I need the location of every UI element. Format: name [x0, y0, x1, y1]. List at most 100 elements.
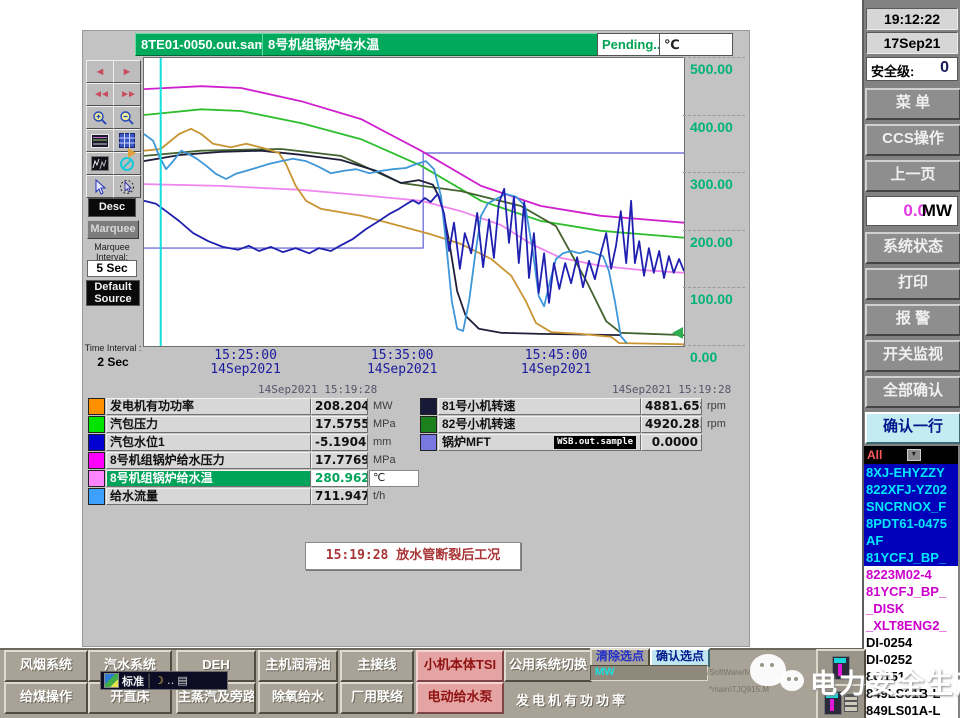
scroll-left-button[interactable]: ◄: [86, 60, 114, 83]
alarm-row[interactable]: 81YCFJ_BP_: [864, 549, 958, 566]
legend-point-name[interactable]: 8号机组锅炉给水温: [106, 470, 311, 487]
sidebar-button-mid-5[interactable]: 全部确认: [865, 376, 960, 408]
toolbar-screen-button[interactable]: 主机润滑油: [258, 650, 338, 682]
alarm-row[interactable]: DI-0254: [864, 634, 958, 651]
fast-forward-button[interactable]: ►►: [113, 83, 141, 106]
legend-row[interactable]: 81号小机转速4881.6582 rpm: [0, 398, 960, 415]
y-gridline: [683, 172, 745, 174]
mw-entry-field[interactable]: MW: [590, 665, 708, 681]
alarm-filter-icon[interactable]: ▼: [906, 448, 921, 461]
alarm-row[interactable]: 8223M02-4: [864, 566, 958, 583]
toolbar-screen-button[interactable]: 厂用联络: [340, 682, 414, 714]
sidebar-button-mid-3[interactable]: 报 警: [865, 304, 960, 336]
alarm-row[interactable]: DI-0252: [864, 651, 958, 668]
fast-rewind-button[interactable]: ◄◄: [86, 83, 114, 106]
alarm-row[interactable]: AF: [864, 532, 958, 549]
legend-row[interactable]: 82号小机转速4920.2852 rpm: [0, 416, 960, 433]
legend-row[interactable]: 8号机组锅炉给水压力 17.7769 MPa: [0, 452, 960, 469]
legend-point-value: 4881.6582: [641, 398, 702, 415]
trend-tool-button-2[interactable]: [816, 684, 866, 718]
trend-tool-button-1[interactable]: [816, 649, 866, 686]
data-table-button[interactable]: [113, 129, 141, 152]
legend-row[interactable]: 锅炉MFT WSB.out.sample 0.0000: [0, 434, 960, 451]
legend-point-name[interactable]: 81号小机转速: [438, 398, 641, 415]
y-gridline: [683, 57, 745, 58]
point-tag-box[interactable]: 8TE01-0050.out.sample: [135, 33, 270, 56]
double-arrow-left-icon: ◄◄: [93, 89, 110, 100]
y-tick-label: 300.00: [690, 176, 733, 193]
sidebar-button-3[interactable]: 上一页: [865, 160, 960, 192]
ime-mode-label[interactable]: 标准: [122, 673, 144, 689]
zoom-out-button[interactable]: [113, 106, 141, 129]
series-8号机组锅炉给水压力: [143, 85, 685, 224]
legend-point-name[interactable]: 82号小机转速: [438, 416, 641, 433]
alarm-filter-row[interactable]: All ▼: [864, 446, 958, 464]
alarm-row[interactable]: 849LS01B-L: [864, 685, 958, 702]
toolbar-screen-button[interactable]: 风烟系统: [4, 650, 88, 682]
zoom-out-icon: [120, 110, 134, 125]
legend-point-name[interactable]: 给水流量: [106, 488, 311, 505]
sidebar-button-mid-2[interactable]: 打印: [865, 268, 960, 300]
alarm-filter-label: All: [867, 448, 883, 462]
sidebar-button-2[interactable]: CCS操作: [865, 124, 960, 156]
marquee-button[interactable]: Marquee: [87, 220, 139, 239]
alarm-row[interactable]: 822XFJ-YZ02: [864, 481, 958, 498]
trend-window-button[interactable]: [86, 129, 114, 152]
alarm-row[interactable]: SNCRNOX_F: [864, 498, 958, 515]
disable-button[interactable]: [113, 152, 141, 175]
legend-color-swatch: [420, 398, 437, 415]
legend-point-value: 17.7769: [311, 452, 368, 469]
power-readout: 0.0 MW: [866, 196, 958, 226]
sidebar-button-1[interactable]: 菜 单: [865, 88, 960, 120]
marquee-interval-value[interactable]: 5 Sec: [87, 260, 137, 277]
ime-fullwidth-icon[interactable]: ☽: [154, 674, 164, 687]
desc-button[interactable]: Desc: [88, 198, 136, 217]
legend-point-name[interactable]: 锅炉MFT WSB.out.sample: [438, 434, 641, 451]
alarm-row[interactable]: 8G151: [864, 668, 958, 685]
toolbar-screen-button[interactable]: 公用系统切换: [504, 650, 592, 682]
alarm-row[interactable]: _XLT8ENG2_: [864, 617, 958, 634]
alarm-row[interactable]: 8XJ-EHYZZY: [864, 464, 958, 481]
y-tick-label: 200.00: [690, 233, 733, 250]
pointer-button[interactable]: [86, 175, 114, 198]
sidebar-button-mid-1[interactable]: 系统状态: [865, 232, 960, 264]
alarm-row[interactable]: 849LS01A-L: [864, 702, 958, 718]
toolbar-screen-button[interactable]: 给煤操作: [4, 682, 88, 714]
time-interval-label: Time Interval :: [84, 343, 142, 353]
unit-box: ℃: [659, 33, 733, 56]
ime-keyboard-icon[interactable]: ▤: [177, 674, 187, 687]
generator-power-label: 发电机有功功率: [516, 693, 629, 708]
trend-lines-button[interactable]: [86, 152, 114, 175]
legend-point-name[interactable]: 8号机组锅炉给水压力: [106, 452, 311, 469]
ime-punctuation-icon[interactable]: ‥: [167, 674, 174, 687]
toolbar-screen-button[interactable]: 除氧给水: [258, 682, 338, 714]
y-tick-label: 500.00: [690, 61, 733, 77]
alarm-row[interactable]: _DISK: [864, 600, 958, 617]
double-arrow-right-icon: ►►: [120, 89, 137, 100]
point-description-box[interactable]: 8号机组锅炉给水温: [262, 33, 604, 56]
zoom-in-button[interactable]: [86, 106, 114, 129]
x-tick-time: 15:45:00: [524, 348, 588, 363]
pointer-select-button[interactable]: [113, 175, 141, 198]
trend-plot[interactable]: [143, 57, 685, 347]
toolbar-screen-button[interactable]: 主接线: [340, 650, 414, 682]
sidebar-button-mid-4[interactable]: 开关监视: [865, 340, 960, 372]
alarm-row[interactable]: 81YCFJ_BP_: [864, 583, 958, 600]
cursor-circle-icon: [120, 179, 134, 194]
confirm-line-button[interactable]: 确认一行: [865, 412, 960, 444]
toolbar-screen-button[interactable]: 电动给水泵: [416, 682, 504, 714]
power-unit: MW: [921, 201, 952, 220]
default-source-button[interactable]: Default Source: [86, 280, 140, 306]
legend-point-value: 4920.2852: [641, 416, 702, 433]
legend-row[interactable]: 给水流量711.9476 t/h: [0, 488, 960, 505]
ime-logo-icon[interactable]: [104, 673, 119, 688]
scroll-right-button[interactable]: ►: [113, 60, 141, 83]
legend-point-unit: rpm: [707, 418, 726, 430]
ime-language-bar[interactable]: 标准 | ☽ ‥ ▤: [100, 671, 228, 690]
table-grid-icon: [119, 133, 135, 148]
x-tick-date: 14Sep2021: [520, 362, 592, 377]
legend-point-unit: ℃: [369, 470, 419, 487]
legend-row[interactable]: 8号机组锅炉给水温280.9628℃: [0, 470, 960, 487]
alarm-row[interactable]: 8PDT61-0475: [864, 515, 958, 532]
toolbar-screen-button[interactable]: 小机本体TSI: [416, 650, 504, 682]
